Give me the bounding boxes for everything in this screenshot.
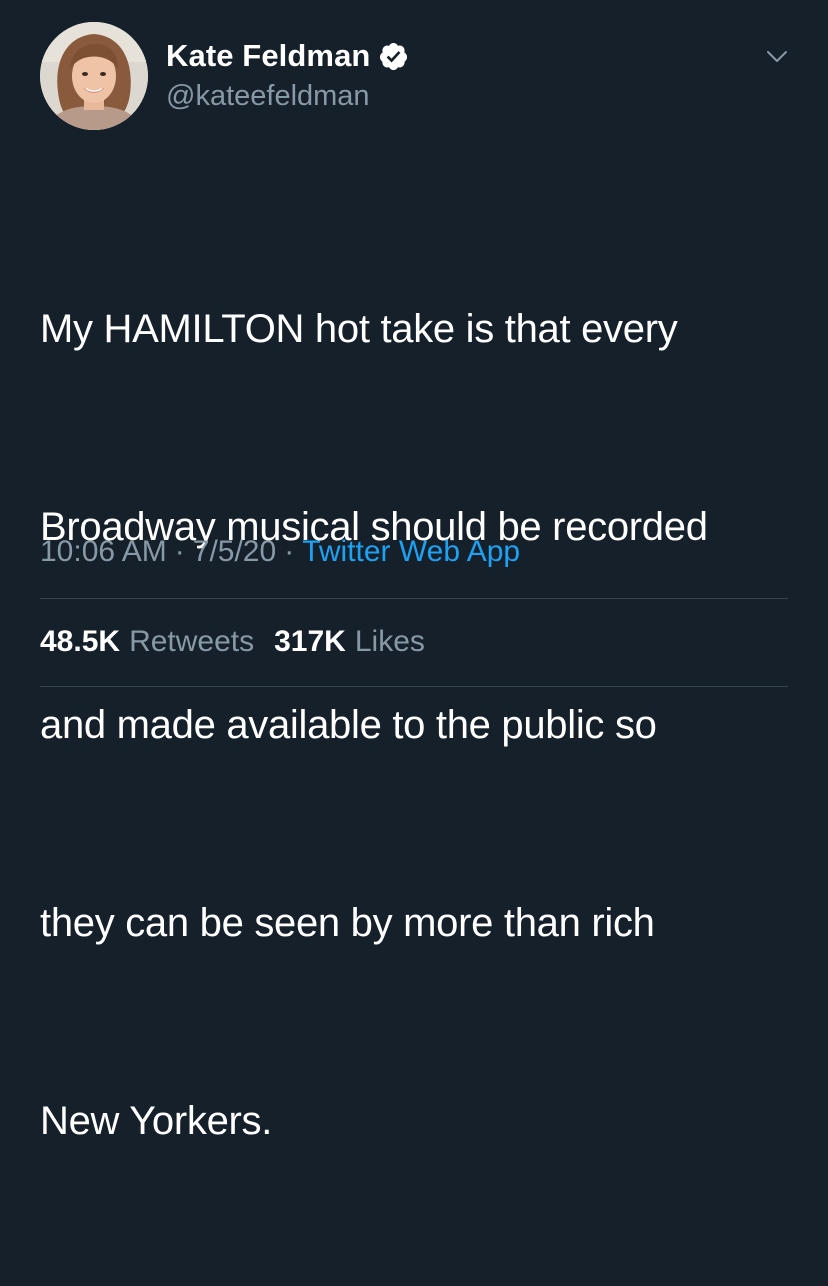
engagement-stats: 48.5K Retweets 317K Likes xyxy=(40,620,425,664)
likes-stat[interactable]: 317K Likes xyxy=(274,625,425,659)
tweet-text-line: My HAMILTON hot take is that every xyxy=(40,307,678,351)
user-info: Kate Feldman @kateefeldman xyxy=(166,36,726,115)
likes-label: Likes xyxy=(354,625,425,658)
retweets-count: 48.5K xyxy=(40,625,121,658)
tweet-text-line: and made available to the public so xyxy=(40,703,657,747)
meta-separator: · xyxy=(174,535,185,568)
meta-separator: · xyxy=(284,535,295,568)
tweet-metadata: 10:06 AM · 7/5/20 · Twitter Web App xyxy=(40,530,520,574)
tweet-text-line: New Yorkers. xyxy=(40,1099,273,1143)
tweet-card: Kate Feldman @kateefeldman My HAMILTON h… xyxy=(0,0,828,1143)
divider xyxy=(40,598,788,599)
retweets-label: Retweets xyxy=(129,625,255,658)
avatar-photo xyxy=(40,22,148,130)
tweet-text-line: they can be seen by more than rich xyxy=(40,901,655,945)
tweet-date[interactable]: 7/5/20 xyxy=(193,535,276,569)
tweet-source-link[interactable]: Twitter Web App xyxy=(302,535,520,569)
likes-count: 317K xyxy=(274,625,346,658)
display-name-row: Kate Feldman xyxy=(166,36,726,76)
tweet-time[interactable]: 10:06 AM xyxy=(40,535,167,569)
user-handle[interactable]: @kateefeldman xyxy=(166,77,726,115)
chevron-down-icon[interactable] xyxy=(762,44,792,68)
tweet-text: My HAMILTON hot take is that every Broad… xyxy=(40,164,800,1286)
verified-badge-icon xyxy=(378,41,409,72)
divider xyxy=(40,686,788,687)
avatar[interactable] xyxy=(40,22,148,130)
retweets-stat[interactable]: 48.5K Retweets xyxy=(40,625,254,659)
display-name[interactable]: Kate Feldman xyxy=(166,36,370,76)
